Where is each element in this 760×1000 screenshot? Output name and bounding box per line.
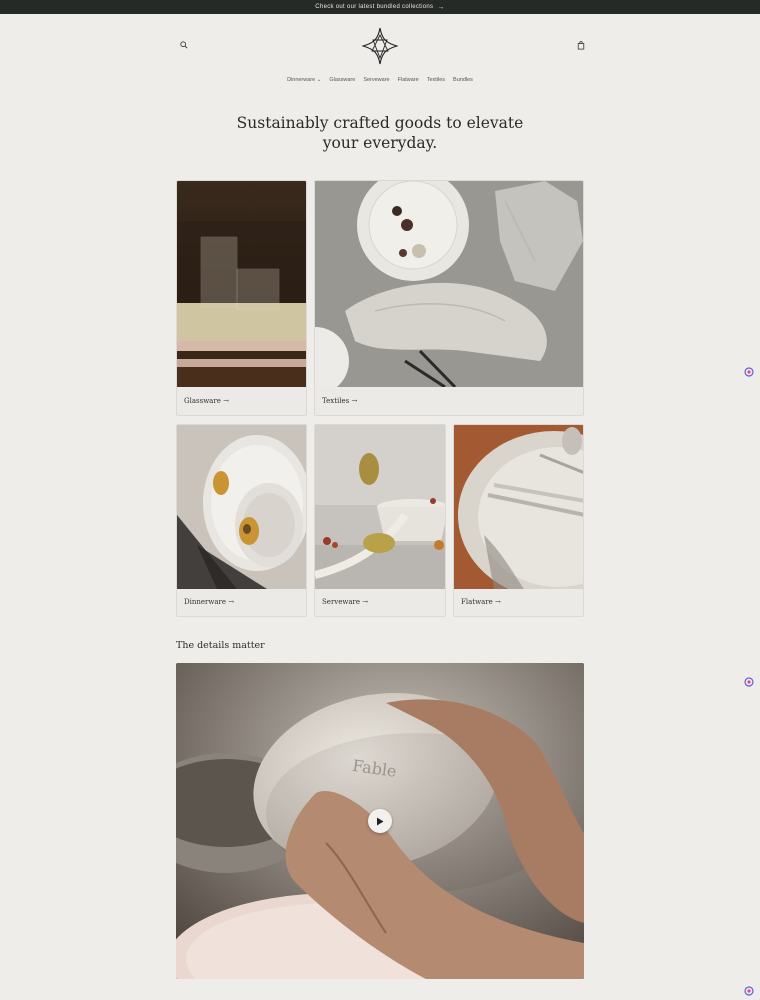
cart-icon[interactable] [575,39,587,51]
chat-widget-icon[interactable] [744,367,754,377]
nav-item-glassware[interactable]: Glassware [329,77,355,83]
collection-card-serveware[interactable]: Serveware → [314,424,446,617]
flatware-image [454,425,583,599]
serveware-image [315,425,445,589]
search-icon[interactable] [178,39,190,51]
nav-item-bundles[interactable]: Bundles [453,77,473,83]
play-button[interactable] [368,809,392,833]
nav-item-flatware[interactable]: Flatware [398,77,419,83]
collection-card-glassware[interactable]: Glassware → [176,180,307,416]
star-diamond-logo[interactable] [360,27,400,65]
collection-card-dinnerware[interactable]: Dinnerware → [176,424,307,617]
announcement-text[interactable]: Check out our latest bundled collections [315,4,433,10]
collection-label-flatware[interactable]: Flatware → [461,598,501,606]
nav-item-serveware[interactable]: Serveware [363,77,389,83]
collection-card-flatware[interactable]: Flatware → [453,424,584,617]
announcement-bar[interactable]: Check out our latest bundled collections… [0,0,760,14]
chat-widget-icon[interactable] [744,986,754,996]
dinnerware-image [177,425,306,589]
collection-label-glassware[interactable]: Glassware → [184,397,229,405]
play-icon [377,817,384,825]
main-nav: Dinnerware ⌄ Glassware Serveware Flatwar… [0,77,760,83]
collection-label-dinnerware[interactable]: Dinnerware → [184,598,234,606]
chevron-down-icon: ⌄ [316,77,322,83]
arrow-right-icon: → [437,3,445,11]
chat-widget-icon[interactable] [744,677,754,687]
glassware-image [177,181,306,387]
hero-heading: Sustainably crafted goods to elevate you… [236,114,524,152]
collection-label-textiles[interactable]: Textiles → [322,397,357,405]
nav-item-textiles[interactable]: Textiles [427,77,445,83]
details-section-title: The details matter [176,640,265,651]
collection-card-textiles[interactable]: Textiles → [314,180,584,416]
collection-label-serveware[interactable]: Serveware → [322,598,368,606]
textiles-image [315,181,583,395]
nav-item-dinnerware[interactable]: Dinnerware ⌄ [287,77,321,83]
